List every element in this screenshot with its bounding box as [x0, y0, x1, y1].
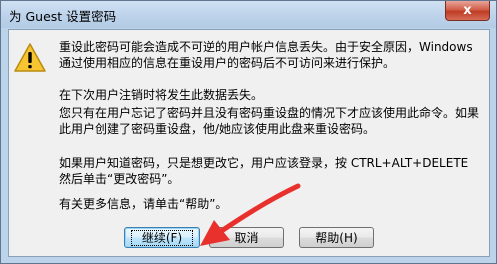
help-button[interactable]: 帮助(H) — [299, 227, 374, 248]
red-arrow-annotation — [200, 183, 301, 246]
dialog-content: 重设此密码可能会造成不可逆的用户帐户信息丢失。由于安全原因，Windows 通过… — [8, 29, 490, 257]
continue-button-label: 继续(F) — [130, 229, 194, 246]
window-title: 为 Guest 设置密码 — [9, 9, 117, 24]
message-paragraph-3: 您只有在用户忘记了密码并且没有密码重设盘的情况下才应该使用此命令。如果此用户创建… — [59, 106, 480, 136]
message-paragraph-1: 重设此密码可能会造成不可逆的用户帐户信息丢失。由于安全原因，Windows 通过… — [59, 40, 473, 70]
title-bar[interactable]: 为 Guest 设置密码 x — [1, 1, 496, 28]
dialog-window: 为 Guest 设置密码 x 重设此密码可能会造成不可逆的用户帐户信息丢失。由于… — [0, 0, 497, 264]
warning-icon — [14, 43, 46, 72]
message-paragraph-2: 在下次用户注销时将发生此数据丢失。 — [59, 88, 264, 102]
close-icon: x — [463, 3, 472, 18]
close-button[interactable]: x — [445, 1, 490, 21]
continue-button[interactable]: 继续(F) — [124, 227, 200, 248]
